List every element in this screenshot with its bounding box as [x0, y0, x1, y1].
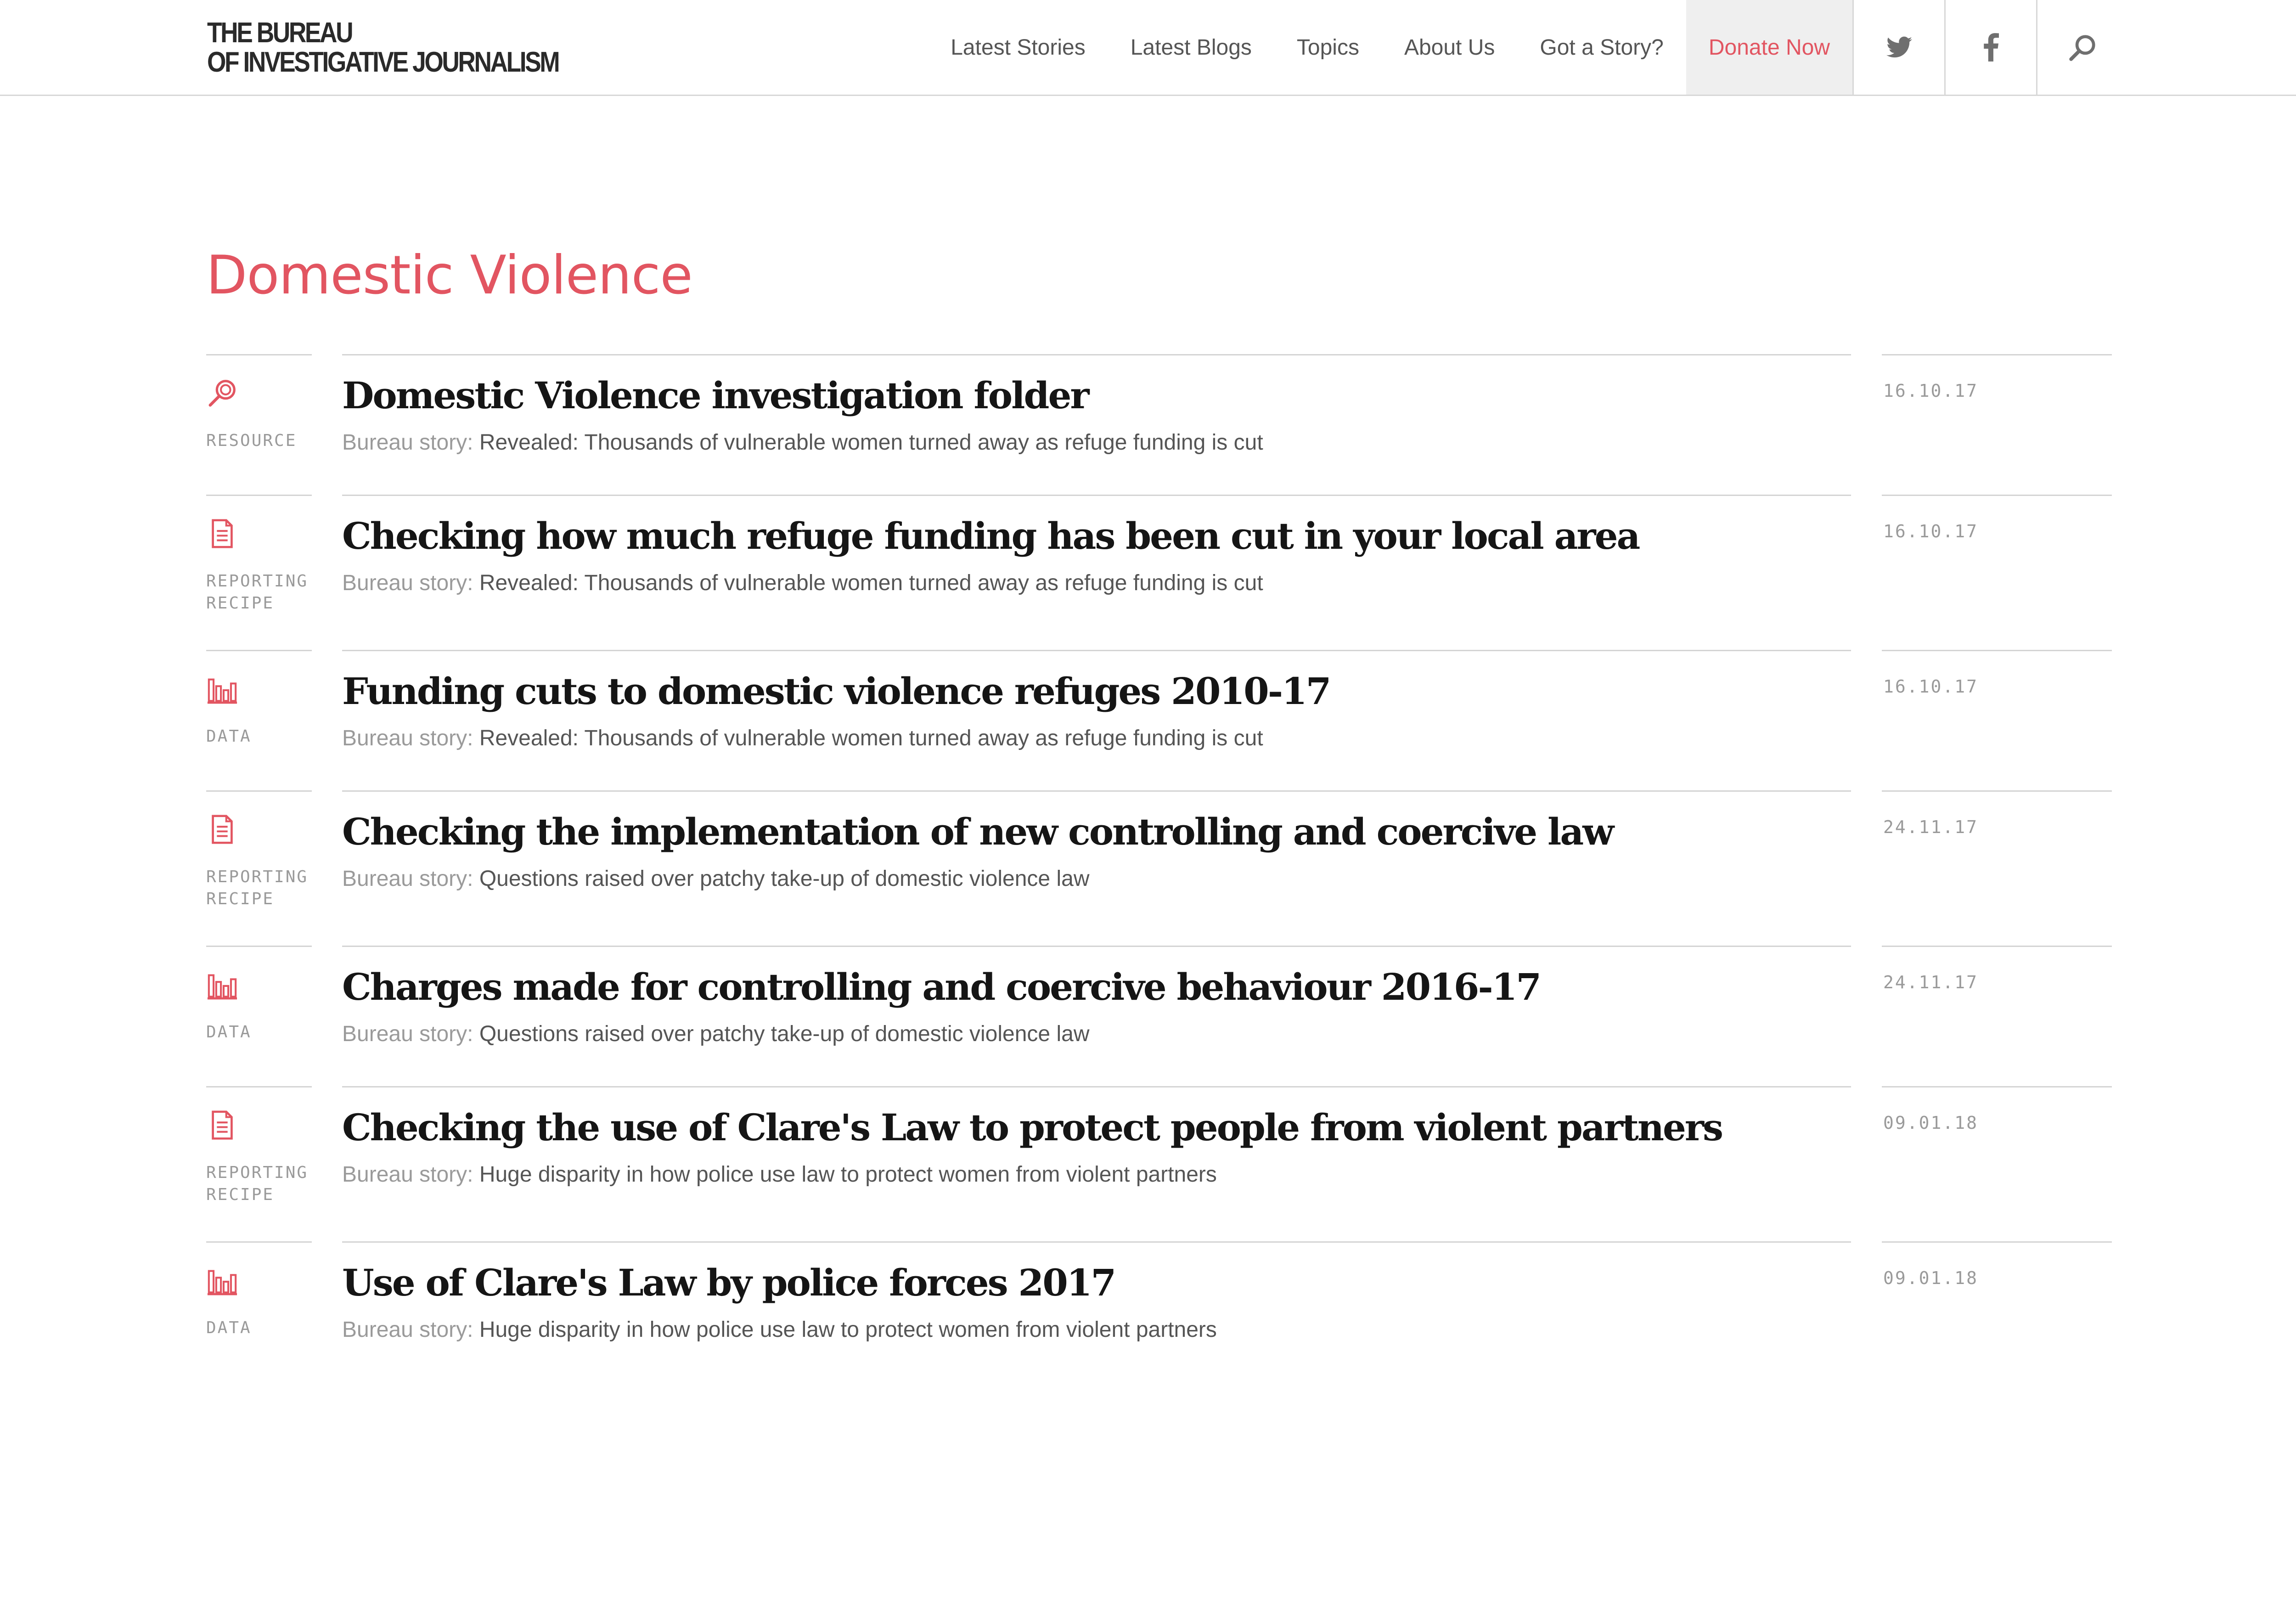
item-date: 16.10.17 — [1883, 676, 1979, 697]
row-divider — [206, 495, 312, 496]
row-divider — [342, 946, 1851, 947]
item-title[interactable]: Funding cuts to domestic violence refuge… — [342, 664, 1857, 719]
story-headline[interactable]: Revealed: Thousands of vulnerable women … — [479, 571, 1263, 595]
row-divider — [1882, 495, 2112, 496]
search-button[interactable] — [2036, 0, 2128, 95]
item-date: 09.01.18 — [1883, 1268, 1979, 1288]
main-nav: Latest Stories Latest Blogs Topics About… — [928, 0, 2296, 95]
page-title: Domestic Violence — [206, 244, 693, 306]
row-divider — [342, 495, 1851, 496]
logo-line-2: OF INVESTIGATIVE JOURNALISM — [207, 46, 560, 78]
row-divider — [206, 354, 312, 355]
facebook-button[interactable] — [1944, 0, 2036, 95]
logo-line-1: THE BUREAU — [207, 17, 354, 49]
list-item[interactable]: REPORTING RECIPE Checking the use of Cla… — [206, 1086, 2112, 1241]
item-type-label: REPORTING RECIPE — [206, 1163, 309, 1204]
item-type-label: DATA — [206, 727, 252, 746]
item-date: 24.11.17 — [1883, 972, 1979, 992]
row-divider — [342, 650, 1851, 651]
list-item[interactable]: RESOURCE Domestic Violence investigation… — [206, 354, 2112, 495]
twitter-button[interactable] — [1852, 0, 1944, 95]
item-type-label: DATA — [206, 1023, 252, 1042]
site-logo[interactable]: THE BUREAU OF INVESTIGATIVE JOURNALISM — [207, 17, 560, 78]
item-date: 09.01.18 — [1883, 1113, 1979, 1133]
document-icon — [212, 519, 233, 548]
magnifier-icon — [208, 380, 236, 407]
list-item[interactable]: REPORTING RECIPE Checking the implementa… — [206, 790, 2112, 946]
item-date: 24.11.17 — [1883, 817, 1979, 837]
row-divider — [1882, 946, 2112, 947]
story-headline[interactable]: Revealed: Thousands of vulnerable women … — [479, 430, 1263, 455]
story-prefix: Bureau story: — [342, 1022, 473, 1046]
story-prefix: Bureau story: — [342, 726, 473, 750]
list-item[interactable]: DATA Use of Clare's Law by police forces… — [206, 1241, 2112, 1388]
row-divider — [342, 354, 1851, 355]
row-divider — [1882, 790, 2112, 792]
item-type-label: DATA — [206, 1318, 252, 1337]
document-icon — [212, 815, 233, 844]
item-title[interactable]: Domestic Violence investigation folder — [342, 368, 1857, 423]
bar-chart-icon — [207, 678, 237, 704]
nav-latest-stories[interactable]: Latest Stories — [928, 0, 1108, 95]
list-item[interactable]: DATA Charges made for controlling and co… — [206, 946, 2112, 1086]
site-header: THE BUREAU OF INVESTIGATIVE JOURNALISM L… — [0, 0, 2296, 96]
bar-chart-icon — [207, 1270, 237, 1296]
item-type-label: RESOURCE — [206, 431, 297, 450]
item-story[interactable]: Bureau story: Huge disparity in how poli… — [342, 1314, 1217, 1346]
story-prefix: Bureau story: — [342, 1162, 473, 1187]
item-title[interactable]: Use of Clare's Law by police forces 2017 — [342, 1255, 1857, 1310]
nav-topics[interactable]: Topics — [1274, 0, 1382, 95]
search-icon — [2069, 35, 2095, 61]
row-divider — [206, 1086, 312, 1087]
item-title[interactable]: Checking the use of Clare's Law to prote… — [342, 1100, 1857, 1155]
item-type-label: REPORTING RECIPE — [206, 867, 309, 908]
nav-got-a-story[interactable]: Got a Story? — [1517, 0, 1686, 95]
document-icon — [212, 1110, 233, 1140]
row-divider — [206, 1241, 312, 1243]
item-date: 16.10.17 — [1883, 521, 1979, 541]
story-headline[interactable]: Questions raised over patchy take-up of … — [479, 867, 1090, 891]
list-item[interactable]: DATA Funding cuts to domestic violence r… — [206, 650, 2112, 790]
item-title[interactable]: Checking how much refuge funding has bee… — [342, 508, 1857, 563]
story-headline[interactable]: Huge disparity in how police use law to … — [479, 1318, 1217, 1342]
row-divider — [342, 1241, 1851, 1243]
row-divider — [206, 650, 312, 651]
donate-now-button[interactable]: Donate Now — [1686, 0, 1852, 95]
story-prefix: Bureau story: — [342, 1318, 473, 1342]
story-prefix: Bureau story: — [342, 571, 473, 595]
item-story[interactable]: Bureau story: Huge disparity in how poli… — [342, 1159, 1217, 1191]
story-prefix: Bureau story: — [342, 867, 473, 891]
story-prefix: Bureau story: — [342, 430, 473, 455]
row-divider — [206, 946, 312, 947]
row-divider — [1882, 650, 2112, 651]
item-story[interactable]: Bureau story: Questions raised over patc… — [342, 1018, 1089, 1050]
item-story[interactable]: Bureau story: Questions raised over patc… — [342, 863, 1089, 895]
item-title[interactable]: Charges made for controlling and coerciv… — [342, 959, 1857, 1014]
item-story[interactable]: Bureau story: Revealed: Thousands of vul… — [342, 567, 1263, 599]
item-title[interactable]: Checking the implementation of new contr… — [342, 804, 1857, 859]
nav-latest-blogs[interactable]: Latest Blogs — [1108, 0, 1274, 95]
nav-about-us[interactable]: About Us — [1382, 0, 1517, 95]
list-item[interactable]: REPORTING RECIPE Checking how much refug… — [206, 495, 2112, 650]
row-divider — [1882, 1241, 2112, 1243]
row-divider — [1882, 354, 2112, 355]
twitter-icon — [1886, 36, 1912, 58]
item-story[interactable]: Bureau story: Revealed: Thousands of vul… — [342, 427, 1263, 459]
row-divider — [1882, 1086, 2112, 1087]
item-date: 16.10.17 — [1883, 381, 1979, 401]
row-divider — [342, 790, 1851, 792]
row-divider — [206, 790, 312, 792]
story-headline[interactable]: Revealed: Thousands of vulnerable women … — [479, 726, 1263, 750]
item-story[interactable]: Bureau story: Revealed: Thousands of vul… — [342, 722, 1263, 755]
bar-chart-icon — [207, 974, 237, 1000]
row-divider — [342, 1086, 1851, 1087]
story-headline[interactable]: Huge disparity in how police use law to … — [479, 1162, 1217, 1187]
story-headline[interactable]: Questions raised over patchy take-up of … — [479, 1022, 1090, 1046]
facebook-icon — [1983, 33, 1999, 62]
item-type-label: REPORTING RECIPE — [206, 572, 309, 613]
resource-list: RESOURCE Domestic Violence investigation… — [206, 354, 2112, 1388]
